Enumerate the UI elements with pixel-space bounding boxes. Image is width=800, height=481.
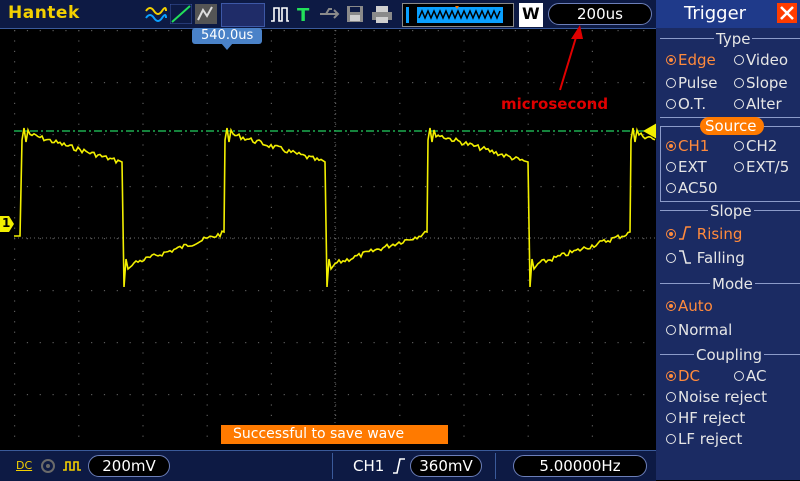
bandwidth-limit-icon[interactable]	[40, 458, 56, 474]
type-section-title: Type	[714, 30, 753, 48]
channel1-volts-readout[interactable]: 200mV	[88, 455, 170, 477]
source-section-title: Source	[700, 117, 764, 135]
trigger-position-value: 540.0us	[201, 28, 254, 43]
coupling-option-ac[interactable]: AC	[734, 367, 766, 385]
channel1-trace	[14, 127, 656, 288]
trigger-t-icon[interactable]: T	[295, 4, 313, 26]
coupling-option-lf-reject[interactable]: LF reject	[666, 430, 742, 448]
divider	[332, 453, 333, 479]
usb-icon[interactable]	[318, 4, 340, 24]
timebase-value: 200us	[577, 5, 623, 23]
slope-section-title: Slope	[708, 202, 754, 220]
source-option-ext[interactable]: EXT	[666, 158, 707, 176]
mode-section-title: Mode	[710, 275, 755, 293]
rising-edge-icon	[392, 457, 406, 475]
trigger-level-value: 360mV	[419, 457, 473, 475]
trigger-level-marker[interactable]	[643, 123, 657, 139]
rising-edge-icon	[679, 226, 691, 240]
panel-title: Trigger	[684, 3, 747, 24]
waveform-sine-icon[interactable]	[145, 4, 167, 24]
source-option-ch2[interactable]: CH2	[734, 137, 777, 155]
type-option-video[interactable]: Video	[734, 51, 788, 69]
frequency-value: 5.00000Hz	[539, 457, 621, 475]
acquisition-mode-label: W	[522, 4, 540, 23]
coupling-option-dc[interactable]: DC	[666, 367, 700, 385]
xy-mode-icon[interactable]	[169, 3, 193, 25]
close-icon[interactable]	[777, 3, 797, 23]
coupling-option-hf-reject[interactable]: HF reject	[666, 409, 745, 427]
type-option-pulse[interactable]: Pulse	[666, 74, 718, 92]
source-option-ac50[interactable]: AC50	[666, 179, 718, 197]
annotation-label: microsecond	[501, 95, 609, 113]
source-option-ext5[interactable]: EXT/5	[734, 158, 789, 176]
coupling-dc-label: DC	[16, 459, 33, 472]
frequency-readout: 5.00000Hz	[513, 455, 647, 477]
channel1-ground-marker[interactable]: 1	[0, 216, 14, 232]
panel-header: Trigger	[656, 0, 800, 28]
invert-icon[interactable]	[62, 458, 82, 474]
falling-edge-icon	[679, 250, 691, 264]
mode-option-auto[interactable]: Auto	[666, 297, 713, 315]
source-option-ch1[interactable]: CH1	[666, 137, 709, 155]
memory-depth-indicator	[402, 3, 514, 27]
pulse-icon[interactable]	[270, 4, 290, 24]
slope-option-falling[interactable]: Falling	[666, 249, 745, 267]
trigger-channel-label: CH1	[353, 457, 385, 475]
status-message: Successful to save wave	[221, 425, 448, 444]
status-message-text: Successful to save wave	[233, 426, 405, 442]
type-option-ot[interactable]: O.T.	[666, 95, 706, 113]
bottom-status-bar: DC 200mV CH1 360mV 5.00000Hz	[0, 450, 656, 481]
type-option-alter[interactable]: Alter	[734, 95, 782, 113]
persistence-icon[interactable]	[195, 4, 217, 24]
channel1-ground-label: 1	[2, 216, 11, 230]
save-disk-icon[interactable]	[345, 4, 365, 24]
blank-indicator	[221, 3, 265, 27]
trigger-level-readout[interactable]: 360mV	[410, 455, 482, 477]
trigger-position-marker[interactable]: 540.0us	[192, 28, 262, 50]
type-option-edge[interactable]: Edge	[666, 51, 716, 69]
divider	[495, 453, 496, 479]
type-option-slope[interactable]: Slope	[734, 74, 788, 92]
coupling-section-title: Coupling	[694, 346, 765, 364]
mode-option-normal[interactable]: Normal	[666, 321, 732, 339]
coupling-option-noise-reject[interactable]: Noise reject	[666, 388, 767, 406]
brand-logo: Hantek	[8, 3, 80, 23]
svg-text:T: T	[297, 5, 310, 24]
channel1-volts-value: 200mV	[102, 457, 156, 475]
trigger-menu-panel: Trigger Type Edge Video Pulse Slope O.T.…	[656, 0, 800, 480]
print-icon[interactable]	[370, 4, 394, 24]
slope-option-rising[interactable]: Rising	[666, 225, 742, 243]
